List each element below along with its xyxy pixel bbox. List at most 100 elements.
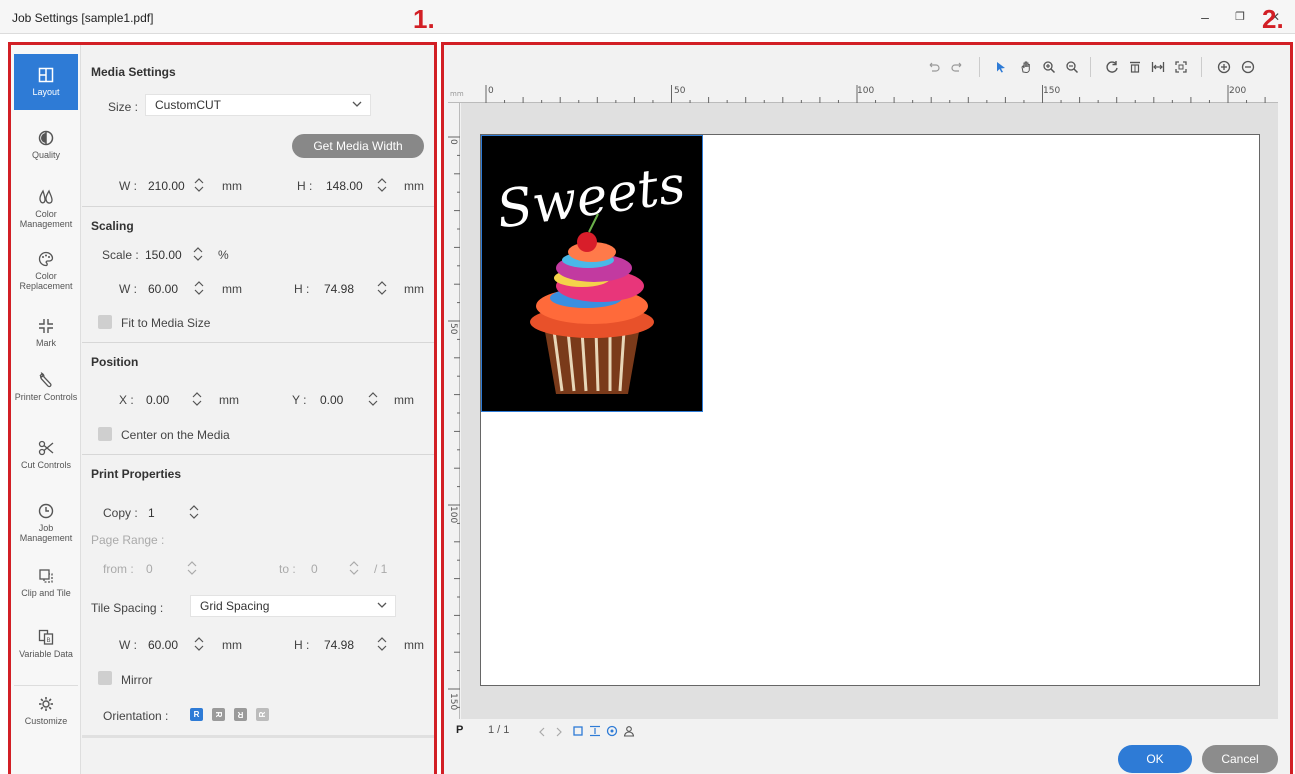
preview-canvas[interactable]: Sweets <box>461 103 1278 719</box>
settings-scrollbar[interactable] <box>82 735 434 738</box>
scissors-icon <box>38 440 54 456</box>
copy-field[interactable]: 1 <box>148 506 155 520</box>
media-width-stepper[interactable] <box>193 176 205 194</box>
scaling-width-field[interactable]: 60.00 <box>148 282 178 296</box>
sidebar-item-color-replacement[interactable]: Color Replacement <box>14 250 78 298</box>
position-y-field[interactable]: 0.00 <box>320 393 343 407</box>
orientation-0-button[interactable]: R <box>190 708 203 721</box>
sidebar-item-clip-and-tile[interactable]: Clip and Tile <box>14 567 78 607</box>
gear-icon <box>39 697 53 711</box>
top-ruler-label: 0 <box>488 86 494 96</box>
scaling-height-stepper[interactable] <box>376 279 388 297</box>
zoom-in-icon[interactable] <box>1042 60 1056 74</box>
flip-vertical-icon[interactable] <box>1128 60 1142 74</box>
media-size-value: CustomCUT <box>155 98 222 112</box>
to-field[interactable]: 0 <box>311 562 318 576</box>
left-ruler-label: 100 <box>448 506 458 524</box>
media-settings-title: Media Settings <box>91 65 176 79</box>
sidebar-item-cut-controls[interactable]: Cut Controls <box>14 439 78 485</box>
center-on-media-checkbox[interactable] <box>98 427 112 441</box>
from-field[interactable]: 0 <box>146 562 153 576</box>
remove-circle-icon[interactable] <box>1241 60 1255 74</box>
from-stepper[interactable] <box>186 559 198 577</box>
sidebar-item-customize[interactable]: Customize <box>14 695 78 735</box>
hand-pan-icon[interactable] <box>1019 60 1033 74</box>
copy-stepper[interactable] <box>188 503 200 521</box>
tile-height-field[interactable]: 74.98 <box>324 638 354 652</box>
position-x-label: X : <box>119 393 134 407</box>
to-stepper[interactable] <box>348 559 360 577</box>
zoom-out-icon[interactable] <box>1065 60 1079 74</box>
ok-button[interactable]: OK <box>1118 745 1192 773</box>
orientation-180-button[interactable]: R <box>234 708 247 721</box>
media-height-stepper[interactable] <box>376 176 388 194</box>
left-ruler: 0 50 100 150 <box>448 103 460 719</box>
fit-screen-icon[interactable] <box>1174 60 1188 74</box>
media-width-field[interactable]: 210.00 <box>148 179 185 193</box>
add-circle-icon[interactable] <box>1217 60 1231 74</box>
fit-height-icon[interactable] <box>589 725 601 737</box>
orientation-90-button[interactable]: R <box>212 708 225 721</box>
media-width-unit: mm <box>222 179 242 193</box>
sidebar-item-mark[interactable]: Mark <box>14 317 78 355</box>
tile-spacing-select[interactable]: Grid Spacing <box>190 595 396 617</box>
rotate-icon[interactable] <box>1105 60 1119 74</box>
from-label: from : <box>103 562 134 576</box>
restore-button[interactable]: ❐ <box>1230 8 1250 26</box>
title-bar: Job Settings [sample1.pdf] – ❐ ✕ <box>0 0 1295 34</box>
get-media-width-button[interactable]: Get Media Width <box>292 134 424 158</box>
sidebar-item-quality[interactable]: Quality <box>14 129 78 169</box>
fit-to-media-checkbox[interactable] <box>98 315 112 329</box>
tile-width-label: W : <box>119 638 137 652</box>
cancel-button[interactable]: Cancel <box>1202 745 1278 773</box>
artwork-image[interactable]: Sweets <box>481 135 703 412</box>
sidebar-item-layout[interactable]: Layout <box>14 54 78 110</box>
scaling-height-unit: mm <box>404 282 424 296</box>
sidebar-item-label: Customize <box>24 716 68 726</box>
preview-panel: mm 0 50 100 150 200 0 50 100 150 Sweets <box>441 42 1293 774</box>
user-icon[interactable] <box>623 725 635 737</box>
scale-stepper[interactable] <box>192 245 204 263</box>
target-icon[interactable] <box>606 725 618 737</box>
media-size-select[interactable]: CustomCUT <box>145 94 371 116</box>
sidebar-item-color-management[interactable]: Color Management <box>14 188 78 236</box>
chevron-right-icon[interactable] <box>554 726 564 738</box>
section-divider <box>82 454 434 455</box>
tile-width-field[interactable]: 60.00 <box>148 638 178 652</box>
toolbar-separator <box>979 57 980 77</box>
scale-unit: % <box>218 248 229 262</box>
tile-height-stepper[interactable] <box>376 635 388 653</box>
scaling-width-stepper[interactable] <box>193 279 205 297</box>
scale-field[interactable]: 150.00 <box>145 248 182 262</box>
sidebar-item-label: Color Replacement <box>19 271 73 291</box>
chevron-left-icon[interactable] <box>537 726 547 738</box>
fit-width-icon[interactable] <box>1151 60 1165 74</box>
sidebar-item-label: Layout <box>32 87 60 97</box>
minimize-button[interactable]: – <box>1195 8 1215 26</box>
fit-to-media-label: Fit to Media Size <box>121 316 211 330</box>
position-x-stepper[interactable] <box>191 390 203 408</box>
tile-height-unit: mm <box>404 638 424 652</box>
mirror-checkbox[interactable] <box>98 671 112 685</box>
section-divider <box>82 206 434 207</box>
top-ruler-label: 100 <box>857 86 875 96</box>
position-y-unit: mm <box>394 393 414 407</box>
sidebar-item-variable-data[interactable]: B Variable Data <box>14 628 78 678</box>
scaling-height-field[interactable]: 74.98 <box>324 282 354 296</box>
page-view-icon[interactable] <box>572 725 584 737</box>
media-height-field[interactable]: 148.00 <box>326 179 363 193</box>
sidebar-item-job-management[interactable]: Job Management <box>14 502 78 552</box>
sidebar-item-label: Quality <box>31 150 60 160</box>
mark-icon <box>39 319 53 333</box>
orientation-270-button[interactable]: R <box>256 708 269 721</box>
position-x-field[interactable]: 0.00 <box>146 393 169 407</box>
position-y-stepper[interactable] <box>367 390 379 408</box>
redo-icon[interactable] <box>951 60 965 74</box>
sidebar-item-printer-controls[interactable]: Printer Controls <box>14 371 78 421</box>
undo-icon[interactable] <box>926 60 940 74</box>
top-ruler-label: 150 <box>1043 86 1061 96</box>
scaling-width-unit: mm <box>222 282 242 296</box>
top-ruler-label: 200 <box>1229 86 1247 96</box>
select-arrow-icon[interactable] <box>994 60 1008 74</box>
tile-width-stepper[interactable] <box>193 635 205 653</box>
